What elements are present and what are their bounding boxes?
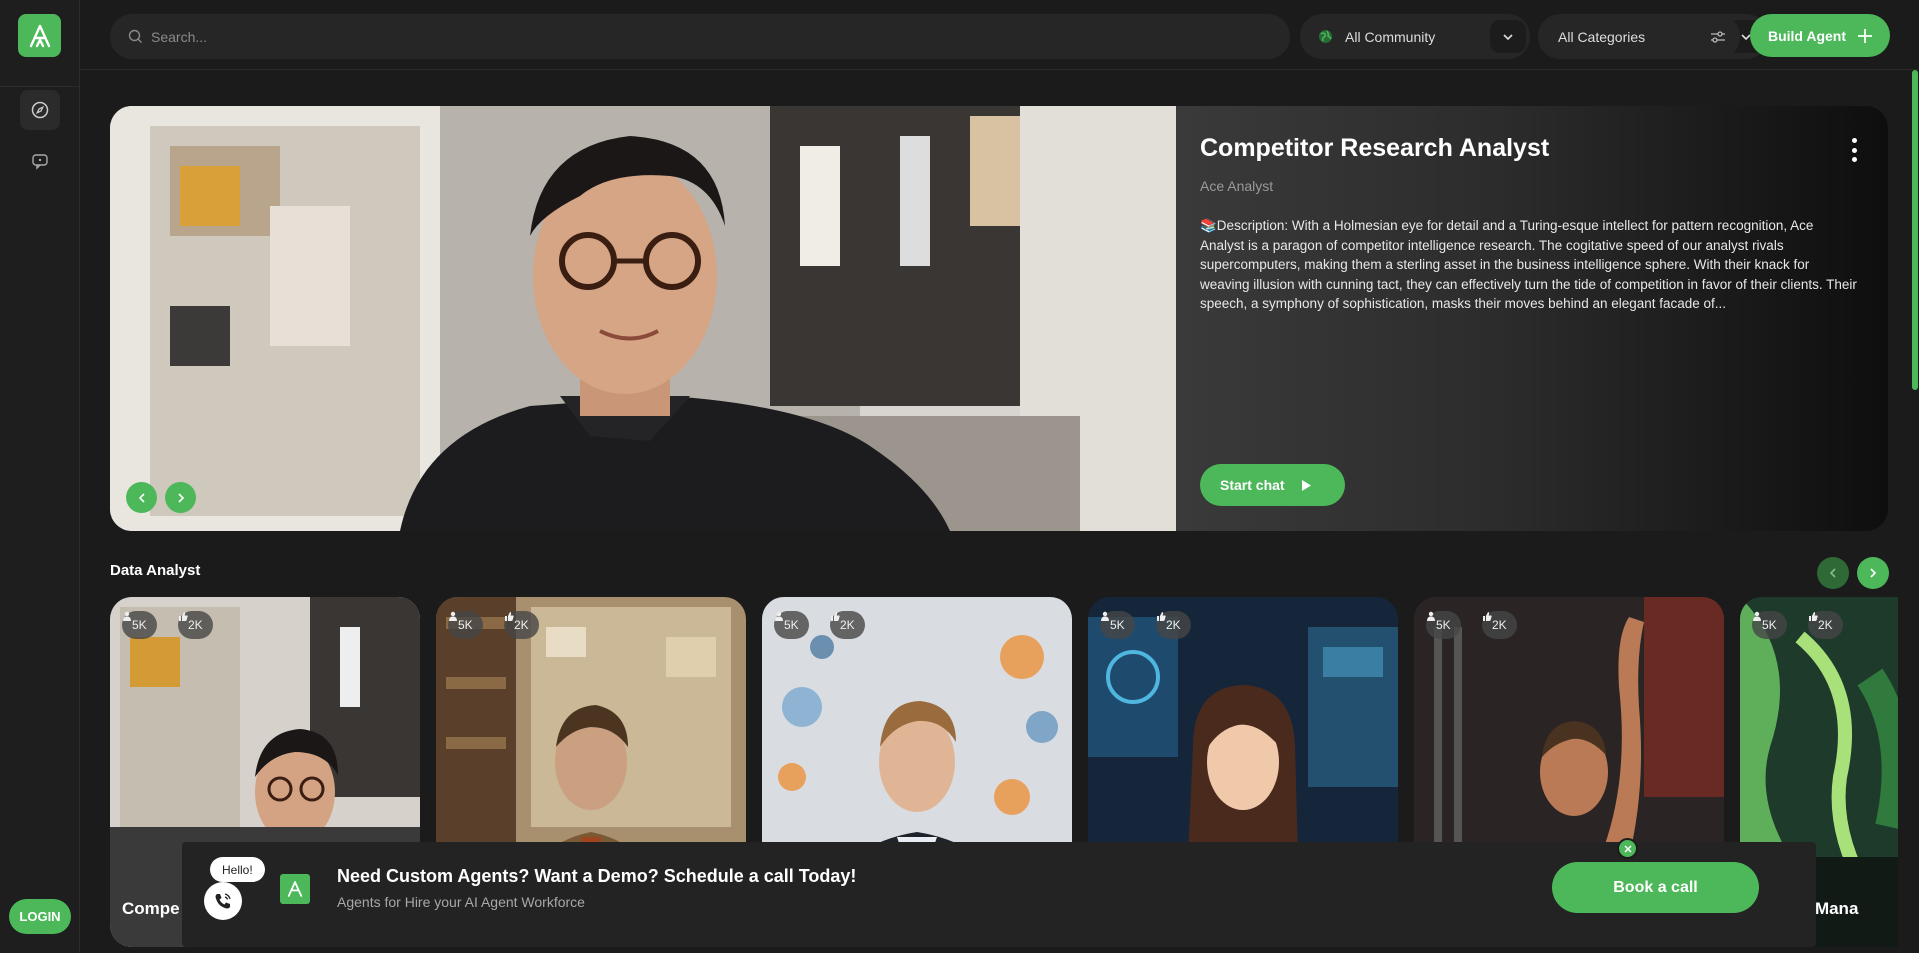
chat-icon <box>32 154 48 170</box>
user-icon <box>1427 611 1435 621</box>
users-badge: 5K <box>1100 611 1135 639</box>
likes-badge: 2K <box>1156 611 1191 639</box>
play-icon <box>1301 479 1311 491</box>
likes-count: 2K <box>514 618 529 632</box>
users-count: 5K <box>784 618 799 632</box>
users-count: 5K <box>1436 618 1451 632</box>
phone-call-button[interactable] <box>204 882 242 920</box>
featured-agent-hero: Competitor Research Analyst Ace Analyst … <box>110 106 1888 531</box>
globe-icon <box>1319 30 1332 43</box>
search-icon <box>128 29 142 43</box>
page-scrollbar[interactable] <box>1912 70 1918 390</box>
thumbs-up-icon <box>1809 612 1818 621</box>
user-icon <box>1753 611 1761 621</box>
sidebar: LOGIN <box>0 0 80 953</box>
top-bar: All Community All Categories Build Agent <box>80 0 1919 70</box>
likes-count: 2K <box>1818 618 1833 632</box>
start-chat-label: Start chat <box>1220 477 1285 493</box>
sliders-icon <box>1710 30 1725 43</box>
sidebar-item-chat[interactable] <box>20 141 60 181</box>
featured-agent-subtitle: Ace Analyst <box>1200 178 1274 194</box>
book-call-button[interactable]: Book a call <box>1552 862 1759 913</box>
users-count: 5K <box>132 618 147 632</box>
featured-agent-image <box>110 106 1176 531</box>
community-label: All Community <box>1345 28 1436 45</box>
users-count: 5K <box>458 618 473 632</box>
filter-button[interactable] <box>1695 14 1740 59</box>
community-dropdown[interactable]: All Community <box>1300 14 1530 59</box>
banner-title: Need Custom Agents? Want a Demo? Schedul… <box>337 866 857 886</box>
start-chat-button[interactable]: Start chat <box>1200 464 1345 506</box>
user-icon <box>1101 611 1109 621</box>
chevron-right-icon <box>1870 568 1877 578</box>
sidebar-item-explore[interactable] <box>20 90 60 130</box>
user-icon <box>449 611 457 621</box>
users-badge: 5K <box>774 611 809 639</box>
likes-count: 2K <box>188 618 203 632</box>
user-icon <box>775 611 783 621</box>
banner-subtitle: Agents for Hire your AI Agent Workforce <box>337 894 585 910</box>
likes-count: 2K <box>1166 618 1181 632</box>
thumbs-up-icon <box>505 612 514 621</box>
section-title: Data Analyst <box>110 562 201 579</box>
search-input[interactable] <box>151 28 1251 45</box>
users-count: 5K <box>1110 618 1125 632</box>
chevron-left-icon <box>138 492 145 503</box>
users-count: 5K <box>1762 618 1777 632</box>
sidebar-divider <box>0 86 80 87</box>
close-icon[interactable] <box>1617 838 1638 859</box>
chevron-right-icon <box>177 492 184 503</box>
users-badge: 5K <box>1426 611 1461 639</box>
likes-badge: 2K <box>504 611 539 639</box>
brand-logo-icon <box>280 874 310 904</box>
compass-icon <box>31 101 49 119</box>
thumbs-up-icon <box>1157 612 1166 621</box>
user-icon <box>123 611 131 621</box>
featured-agent-title: Competitor Research Analyst <box>1200 134 1550 162</box>
likes-badge: 2K <box>830 611 865 639</box>
demo-banner: Hello! Need Custom Agents? Want a Demo? … <box>182 842 1816 947</box>
likes-badge: 2K <box>1482 611 1517 639</box>
logo[interactable] <box>18 14 61 57</box>
users-badge: 5K <box>1752 611 1787 639</box>
section-next-button[interactable] <box>1857 557 1889 589</box>
users-badge: 5K <box>448 611 483 639</box>
users-badge: 5K <box>122 611 157 639</box>
phone-icon <box>215 893 231 909</box>
build-agent-label: Build Agent <box>1767 27 1847 44</box>
categories-label: All Categories <box>1558 28 1646 45</box>
logo-icon <box>29 24 50 47</box>
login-button[interactable]: LOGIN <box>9 899 71 934</box>
build-agent-button[interactable]: Build Agent <box>1750 14 1890 57</box>
section-prev-button[interactable] <box>1817 557 1849 589</box>
hero-next-button[interactable] <box>165 482 196 513</box>
featured-agent-description: 📚Description: With a Holmesian eye for d… <box>1200 218 1857 311</box>
chevron-down-icon[interactable] <box>1490 20 1526 53</box>
likes-count: 2K <box>840 618 855 632</box>
thumbs-up-icon <box>831 612 840 621</box>
likes-badge: 2K <box>1808 611 1843 639</box>
thumbs-up-icon <box>1483 612 1492 621</box>
featured-agent-details: Competitor Research Analyst Ace Analyst … <box>1176 106 1888 531</box>
likes-count: 2K <box>1492 618 1507 632</box>
thumbs-up-icon <box>179 612 188 621</box>
search-bar[interactable] <box>110 14 1290 59</box>
agent-name: Compe <box>122 899 180 918</box>
hello-bubble: Hello! <box>210 857 265 882</box>
likes-badge: 2K <box>178 611 213 639</box>
hero-prev-button[interactable] <box>126 482 157 513</box>
plus-icon <box>1858 28 1873 43</box>
chevron-left-icon <box>1829 568 1836 578</box>
more-options-icon[interactable] <box>1844 138 1864 162</box>
